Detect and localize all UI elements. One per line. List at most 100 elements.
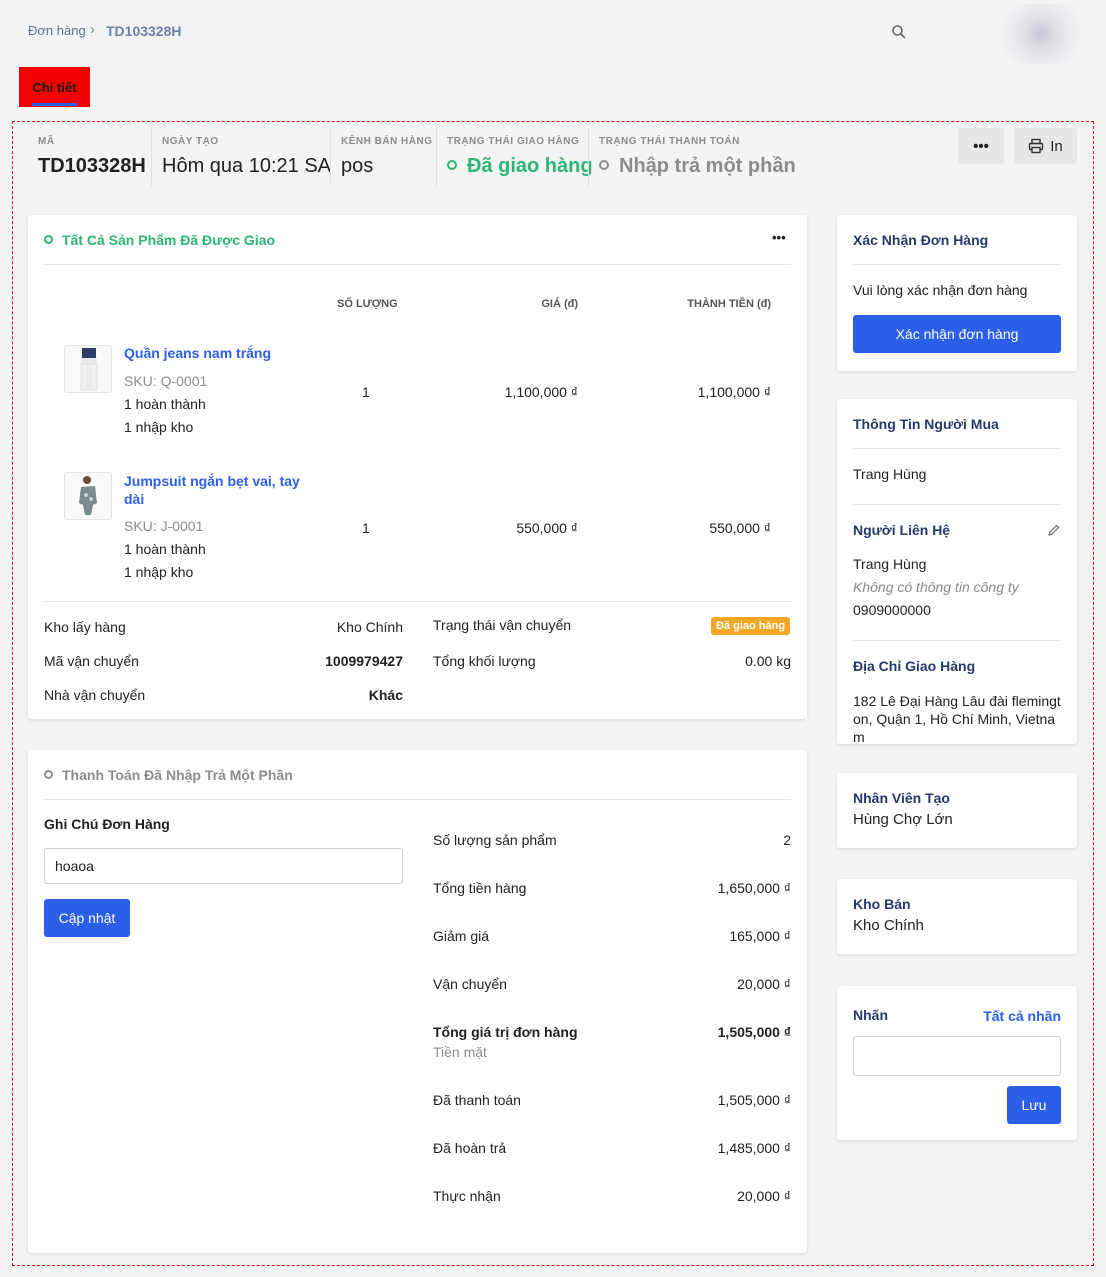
delivery-status-text: Đã giao hàng	[467, 155, 593, 177]
staff-title: Nhân Viên Tạo	[853, 790, 950, 806]
shipping-address-title: Địa Chỉ Giao Hàng	[853, 658, 976, 674]
ship-status-label: Trạng thái vận chuyển	[433, 617, 572, 633]
product-total: 550,000 ₫	[709, 520, 771, 536]
summary-label: Số lượng sản phẩm	[433, 832, 557, 848]
tracking-link[interactable]: 1009979427	[263, 653, 403, 669]
product-total: 1,100,000 ₫	[697, 384, 771, 400]
summary-value: 1,650,000 ₫	[717, 880, 791, 896]
product-sku: SKU: Q-0001	[124, 373, 208, 389]
all-tags-link[interactable]: Tất cả nhãn	[961, 1008, 1061, 1024]
info-payment: TRẠNG THÁI THANH TOÁN Nhập trả một phần	[599, 136, 796, 178]
payment-status-text: Nhập trả một phần	[619, 155, 796, 177]
divider	[853, 264, 1061, 265]
product-qty: 1	[362, 520, 370, 536]
breadcrumb-separator-icon: ›	[90, 21, 95, 38]
summary-label: Tổng tiền hàng	[433, 880, 527, 896]
product-fulfilled: 1 hoàn thành	[124, 396, 206, 412]
summary-value: 1,485,000 ₫	[717, 1140, 791, 1156]
divider	[330, 128, 331, 186]
update-note-button[interactable]: Cập nhật	[44, 899, 130, 937]
search-icon[interactable]	[890, 23, 908, 41]
divider	[151, 128, 152, 186]
info-channel: KÊNH BÁN HÀNG pos	[341, 136, 433, 178]
contact-company: Không có thông tin công ty	[853, 579, 1019, 595]
save-tags-button[interactable]: Lưu	[1007, 1086, 1061, 1124]
payment-status: Nhập trả một phần	[599, 155, 796, 178]
summary-value: 1,505,000 ₫	[717, 1092, 791, 1108]
sales-channel: pos	[341, 155, 374, 177]
col-header-price: GIÁ (đ)	[541, 298, 578, 310]
product-sku: SKU: J-0001	[124, 518, 204, 534]
col-header-total: THÀNH TIỀN (đ)	[687, 298, 771, 310]
payment-title-text: Thanh Toán Đã Nhập Trả Một Phần	[62, 767, 293, 783]
summary-label: Vận chuyển	[433, 976, 507, 992]
product-image[interactable]	[64, 345, 112, 393]
payment-title: Thanh Toán Đã Nhập Trả Một Phần	[44, 767, 293, 783]
print-label: In	[1050, 137, 1063, 155]
product-qty: 1	[362, 384, 370, 400]
warehouse-link[interactable]: Kho Chính	[263, 619, 403, 635]
product-name-link[interactable]: Quần jeans nam trắng	[124, 345, 271, 361]
info-code: MÃ TD103328H	[38, 136, 146, 178]
divider	[853, 448, 1061, 449]
weight-label: Tổng khối lượng	[433, 653, 536, 669]
confirm-text: Vui lòng xác nhận đơn hàng	[853, 282, 1028, 298]
store-link[interactable]: Kho Chính	[853, 917, 924, 934]
ship-status-badge: Đã giao hàng	[711, 616, 791, 635]
order-note-label: Ghi Chú Đơn Hàng	[44, 816, 170, 832]
summary-value: 2	[783, 832, 791, 848]
staff-link[interactable]: Hùng Chợ Lớn	[853, 811, 953, 828]
status-dot-icon	[44, 769, 53, 779]
print-button[interactable]: In	[1014, 128, 1077, 164]
divider	[853, 640, 1061, 641]
buyer-title: Thông Tin Người Mua	[853, 416, 999, 432]
summary-value: 165,000 ₫	[729, 928, 791, 944]
buyer-name-link[interactable]: Trang Hùng	[853, 466, 926, 482]
carrier-link[interactable]: Khác	[263, 687, 403, 703]
divider	[588, 128, 589, 186]
created-date: Hôm qua 10:21 SA	[162, 155, 331, 177]
summary-label: Đã hoàn trả	[433, 1140, 507, 1156]
edit-pencil-icon[interactable]	[1047, 523, 1061, 537]
more-actions-button[interactable]: •••	[958, 128, 1004, 164]
shipment-title-text: Tất Cả Sản Phẩm Đã Được Giao	[62, 232, 276, 248]
breadcrumb-current: TD103328H	[106, 23, 182, 39]
status-dot-icon	[44, 234, 53, 244]
weight-value: 0.00 kg	[745, 653, 791, 669]
tags-title: Nhãn	[853, 1007, 888, 1023]
summary-label: Thực nhận	[433, 1188, 501, 1204]
product-fulfilled: 1 hoàn thành	[124, 541, 206, 557]
summary-value: 20,000 ₫	[737, 1188, 791, 1204]
product-restocked: 1 nhập kho	[124, 564, 194, 580]
summary-label: Tổng giá trị đơn hàng	[433, 1024, 578, 1040]
tracking-label: Mã vận chuyển	[44, 653, 139, 669]
info-created-label: NGÀY TẠO	[162, 136, 219, 147]
divider	[44, 799, 791, 800]
order-code: TD103328H	[38, 155, 146, 177]
status-dot-icon	[599, 159, 609, 170]
divider	[44, 601, 791, 602]
breadcrumb-root[interactable]: Đơn hàng	[28, 23, 86, 38]
avatar[interactable]	[994, 4, 1088, 64]
contact-phone: 0909000000	[853, 602, 931, 618]
confirm-order-button[interactable]: Xác nhận đơn hàng	[853, 315, 1061, 353]
order-note-input[interactable]: hoaoa	[44, 848, 403, 884]
product-image[interactable]	[64, 472, 112, 520]
delivery-status: Đã giao hàng	[447, 155, 593, 178]
product-restocked: 1 nhập kho	[124, 419, 194, 435]
col-header-qty: SỐ LƯỢNG	[337, 298, 398, 310]
printer-icon	[1029, 138, 1044, 154]
tab-details[interactable]: Chi tiết	[19, 67, 90, 107]
tags-input[interactable]	[853, 1036, 1061, 1076]
carrier-label: Nhà vận chuyển	[44, 687, 146, 703]
shipment-more-button[interactable]: •••	[772, 230, 786, 245]
divider	[853, 504, 1061, 505]
product-name-link[interactable]: Jumpsuit ngắn bẹt vai, tay dài	[124, 472, 304, 508]
shipment-title: Tất Cả Sản Phẩm Đã Được Giao	[44, 232, 275, 248]
shipment-card	[28, 215, 807, 719]
info-created: NGÀY TẠO Hôm qua 10:21 SA	[162, 136, 331, 178]
summary-value: 20,000 ₫	[737, 976, 791, 992]
summary-label: Đã thanh toán	[433, 1092, 521, 1108]
status-badge: Đã giao hàng	[711, 617, 791, 635]
divider	[44, 264, 791, 265]
